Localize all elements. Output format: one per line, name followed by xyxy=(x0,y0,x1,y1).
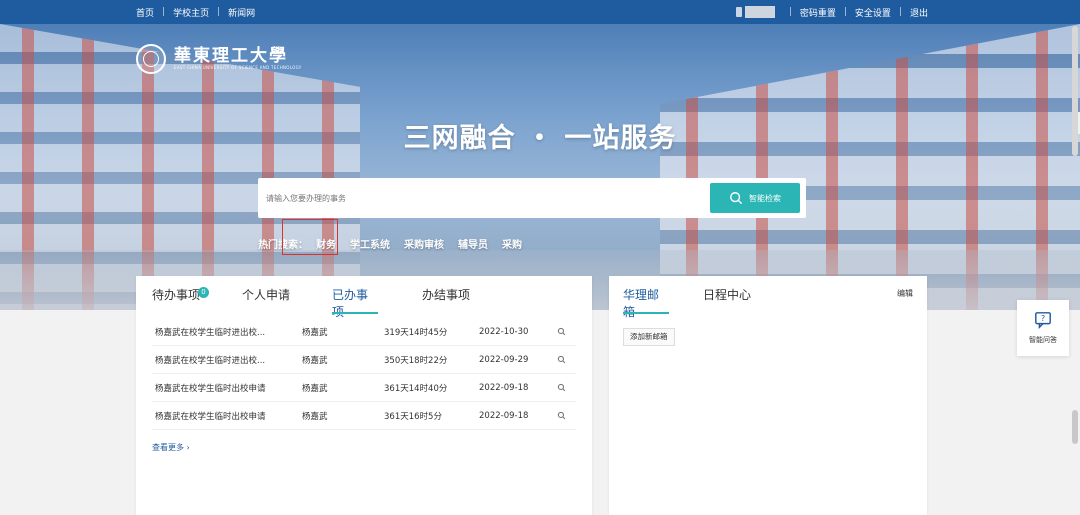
magnifier-icon[interactable] xyxy=(557,327,569,336)
view-more-link[interactable]: 查看更多 › xyxy=(152,442,190,453)
mail-panel: 华理邮箱 日程中心 编辑 添加新邮箱 xyxy=(609,276,927,515)
tab-pending[interactable]: 待办事项 0 xyxy=(152,286,242,310)
nav-separator: | xyxy=(217,7,221,17)
scrollbar-thumb[interactable] xyxy=(1072,410,1078,444)
tab-closed-label: 办结事项 xyxy=(422,288,471,302)
view-more-label: 查看更多 xyxy=(152,443,184,452)
chevron-right-icon: › xyxy=(186,443,190,452)
tab-personal-applications[interactable]: 个人申请 xyxy=(242,286,332,310)
user-name-redacted xyxy=(744,6,775,18)
university-logo[interactable]: 華東理工大學 EAST CHINA UNIVERSITY OF SCIENCE … xyxy=(136,44,302,74)
smart-search-label: 智能检索 xyxy=(749,193,781,203)
scrollbar-track[interactable] xyxy=(1072,26,1078,156)
top-nav-links: 首页 | 学校主页 | 新闻网 xyxy=(136,0,255,24)
university-name: 華東理工大學 xyxy=(174,46,288,66)
university-english-name: EAST CHINA UNIVERSITY OF SCIENCE AND TEC… xyxy=(174,65,302,70)
tab-campus-mail-label: 华理邮箱 xyxy=(623,288,660,319)
task-title: 杨嘉武在校学生临时进出校... xyxy=(155,355,266,366)
task-row[interactable]: 杨嘉武在校学生临时出校申请 杨嘉武 361天16时5分 2022-09-18 xyxy=(152,402,576,430)
task-person: 杨嘉武 xyxy=(302,327,328,338)
mail-tabs: 华理邮箱 日程中心 xyxy=(623,286,763,319)
task-duration: 361天14时40分 xyxy=(384,383,448,394)
highlight-box xyxy=(282,219,338,255)
user-info-redacted[interactable] xyxy=(735,6,775,18)
tab-pending-label: 待办事项 xyxy=(152,288,201,302)
university-seal-icon xyxy=(136,44,166,74)
tab-personal-applications-label: 个人申请 xyxy=(242,288,291,302)
search-icon xyxy=(730,192,743,205)
hot-tag-counselor[interactable]: 辅导员 xyxy=(458,236,488,251)
hot-tag-procurement[interactable]: 采购 xyxy=(502,236,522,251)
tab-schedule-center[interactable]: 日程中心 xyxy=(703,286,763,310)
smart-qa-button[interactable]: ? 智能问答 xyxy=(1017,300,1069,356)
hero-slogan: 三网融合 ・ 一站服务 xyxy=(403,123,677,154)
tab-completed[interactable]: 已办事项 xyxy=(332,286,378,319)
task-duration: 361天16时5分 xyxy=(384,411,442,422)
task-person: 杨嘉武 xyxy=(302,411,328,422)
smart-qa-label: 智能问答 xyxy=(1029,336,1057,344)
top-user-actions: | 密码重置 | 安全设置 | 退出 xyxy=(735,0,928,24)
task-row[interactable]: 杨嘉武在校学生临时进出校... 杨嘉武 350天18时22分 2022-09-2… xyxy=(152,346,576,374)
task-date: 2022-09-18 xyxy=(479,382,529,393)
nav-separator: | xyxy=(898,7,902,17)
task-person: 杨嘉武 xyxy=(302,383,328,394)
tasks-tabs: 待办事项 0 个人申请 已办事项 办结事项 xyxy=(152,286,512,319)
task-person: 杨嘉武 xyxy=(302,355,328,366)
task-title: 杨嘉武在校学生临时出校申请 xyxy=(155,383,266,394)
edit-button[interactable]: 编辑 xyxy=(897,288,913,299)
tab-campus-mail[interactable]: 华理邮箱 xyxy=(623,286,669,319)
nav-separator: | xyxy=(843,7,847,17)
task-duration: 319天14时45分 xyxy=(384,327,448,338)
search-box: 智能检索 xyxy=(258,178,806,218)
hot-tag-student-affairs[interactable]: 学工系统 xyxy=(350,236,390,251)
task-row[interactable]: 杨嘉武在校学生临时进出校... 杨嘉武 319天14时45分 2022-10-3… xyxy=(152,318,576,346)
logout-link[interactable]: 退出 xyxy=(910,6,928,19)
task-date: 2022-09-18 xyxy=(479,410,529,421)
tab-schedule-center-label: 日程中心 xyxy=(703,288,752,302)
task-date: 2022-09-29 xyxy=(479,354,529,365)
pending-count-badge: 0 xyxy=(198,287,209,298)
add-mailbox-button[interactable]: 添加新邮箱 xyxy=(623,328,675,346)
chat-question-icon: ? xyxy=(1035,312,1051,329)
task-title: 杨嘉武在校学生临时进出校... xyxy=(155,327,266,338)
nav-school-home-link[interactable]: 学校主页 xyxy=(173,6,209,19)
user-icon xyxy=(735,7,742,17)
nav-news-link[interactable]: 新闻网 xyxy=(228,6,255,19)
task-date: 2022-10-30 xyxy=(479,326,529,337)
nav-separator: | xyxy=(788,7,792,17)
top-navigation-bar: 首页 | 学校主页 | 新闻网 | 密码重置 | 安全设置 | 退出 xyxy=(0,0,1080,24)
task-duration: 350天18时22分 xyxy=(384,355,448,366)
security-settings-link[interactable]: 安全设置 xyxy=(855,6,891,19)
tab-completed-label: 已办事项 xyxy=(332,288,369,319)
nav-separator: | xyxy=(162,7,166,17)
hot-tag-procurement-review[interactable]: 采购审核 xyxy=(404,236,444,251)
task-title: 杨嘉武在校学生临时出校申请 xyxy=(155,411,266,422)
nav-home-link[interactable]: 首页 xyxy=(136,6,154,19)
magnifier-icon[interactable] xyxy=(557,355,569,364)
svg-text:?: ? xyxy=(1041,313,1045,323)
tasks-list: 杨嘉武在校学生临时进出校... 杨嘉武 319天14时45分 2022-10-3… xyxy=(152,318,576,430)
search-input[interactable] xyxy=(266,186,706,210)
smart-search-button[interactable]: 智能检索 xyxy=(710,183,800,213)
magnifier-icon[interactable] xyxy=(557,411,569,420)
password-reset-link[interactable]: 密码重置 xyxy=(800,6,836,19)
task-row[interactable]: 杨嘉武在校学生临时出校申请 杨嘉武 361天14时40分 2022-09-18 xyxy=(152,374,576,402)
tab-closed[interactable]: 办结事项 xyxy=(422,286,512,310)
tasks-panel: 待办事项 0 个人申请 已办事项 办结事项 杨嘉武在校学生临时进出校... 杨嘉… xyxy=(136,276,592,515)
hero-banner: 華東理工大學 EAST CHINA UNIVERSITY OF SCIENCE … xyxy=(0,24,1080,310)
magnifier-icon[interactable] xyxy=(557,383,569,392)
